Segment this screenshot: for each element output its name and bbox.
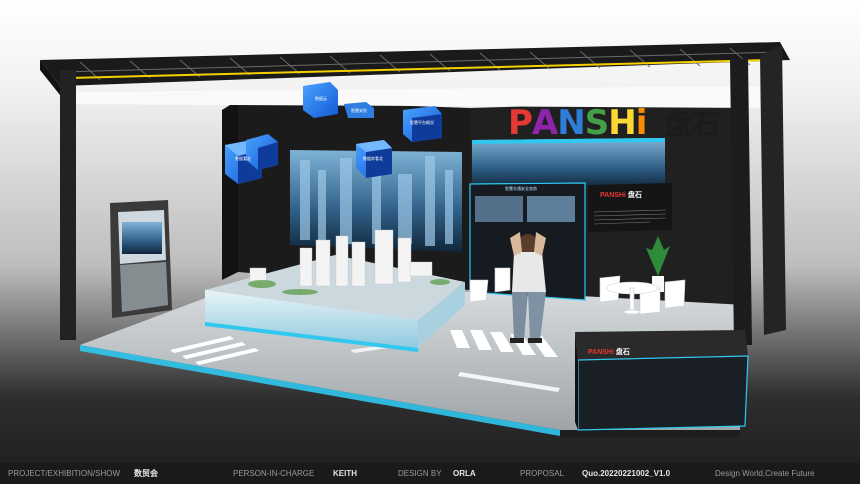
header-fascia bbox=[70, 86, 760, 108]
text-board-logo: PANSHi 盘石 bbox=[600, 190, 642, 200]
mini-logo-latin: PANSHi bbox=[600, 192, 626, 199]
brand-chinese-name: 盘石 bbox=[664, 108, 721, 141]
brand-logo: PANSHi bbox=[508, 103, 648, 143]
mini-logo-chinese: 盘石 bbox=[615, 349, 630, 356]
cube-label: 数据库看北 bbox=[363, 156, 383, 161]
brand-logo-letter: A bbox=[531, 103, 558, 143]
cube-label: 数据云 bbox=[315, 96, 327, 101]
footer-bar: PROJECT/EXHIBITION/SHOW 数贸会 PERSON-IN-CH… bbox=[0, 463, 860, 484]
brand-logo-letter: P bbox=[508, 103, 533, 143]
booth-render bbox=[40, 42, 790, 437]
person-label: PERSON-IN-CHARGE bbox=[233, 469, 315, 478]
back-wall-side bbox=[222, 100, 238, 280]
project-value: 数贸会 bbox=[134, 469, 158, 478]
person-value: KEITH bbox=[333, 469, 357, 478]
mini-logo-latin: PANSHi bbox=[588, 349, 614, 356]
brand-logo-letter: N bbox=[557, 103, 585, 143]
info-display-image-1 bbox=[475, 196, 523, 222]
left-kiosk bbox=[110, 200, 172, 318]
mini-logo-chinese: 盘石 bbox=[627, 192, 642, 199]
reception-counter bbox=[575, 330, 749, 431]
slogan: Design World,Create Future bbox=[715, 469, 815, 478]
cube-label: 智慧安防 bbox=[351, 108, 367, 113]
brand-logo-letter: H bbox=[608, 103, 636, 143]
cube-label: 数据看北 bbox=[235, 156, 251, 161]
design-value: ORLA bbox=[453, 469, 476, 478]
info-display-image-2 bbox=[527, 196, 575, 222]
project-label: PROJECT/EXHIBITION/SHOW bbox=[8, 469, 121, 478]
proposal-label: PROPOSAL bbox=[520, 469, 565, 478]
right-video-wall bbox=[472, 138, 665, 188]
display-panel-title: 智慧交通安全态势 bbox=[505, 186, 537, 191]
floor-edge-dark bbox=[560, 430, 740, 437]
render-canvas: PANSHi 盘石 数据看北 数据云 智慧安防 智慧平台概况 数据库看北 智慧交… bbox=[0, 0, 860, 484]
proposal-value: Quo.20220221002_V1.0 bbox=[582, 469, 671, 478]
cube-label: 智慧平台概况 bbox=[410, 120, 434, 125]
brand-logo-letter: S bbox=[584, 103, 609, 143]
design-label: DESIGN BY bbox=[398, 469, 442, 478]
counter-logo: PANSHi 盘石 bbox=[588, 347, 630, 357]
brand-logo-letter: i bbox=[635, 103, 648, 143]
